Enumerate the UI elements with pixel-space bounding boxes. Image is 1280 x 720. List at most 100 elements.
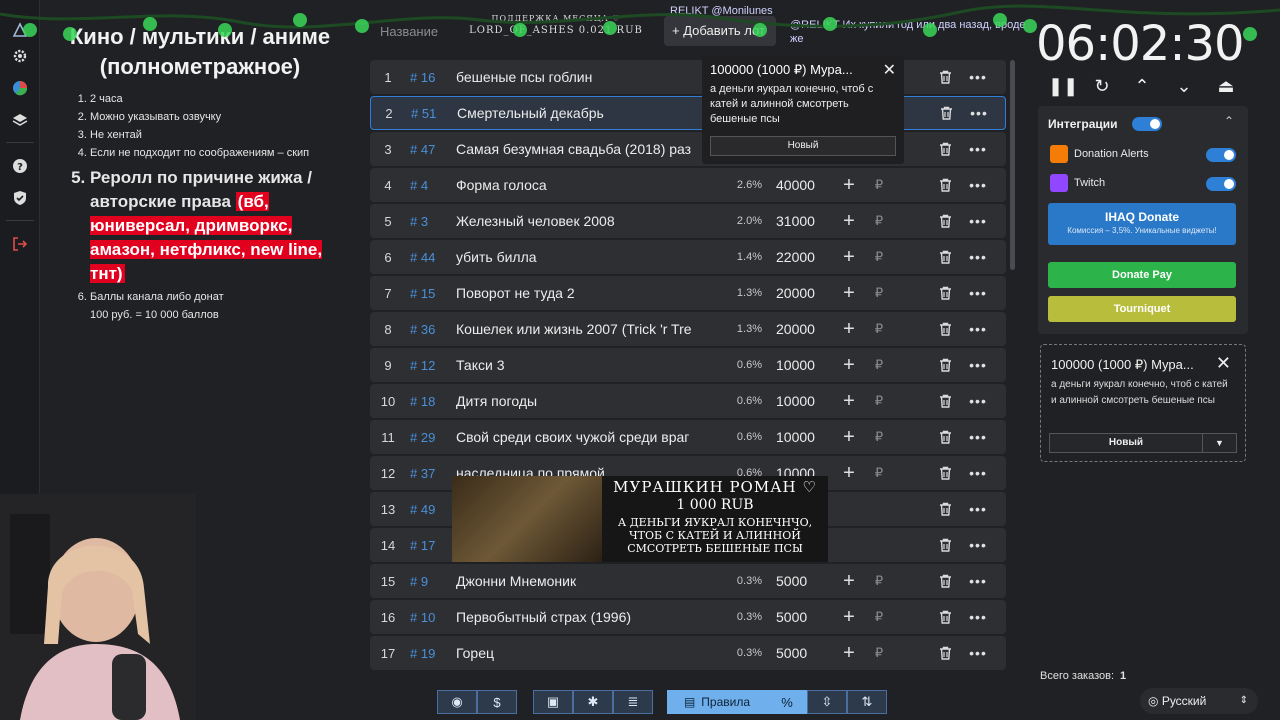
more-options-icon[interactable]: ••• xyxy=(958,141,998,157)
lot-amount[interactable]: 5000 xyxy=(762,573,832,589)
more-options-icon[interactable]: ••• xyxy=(958,573,998,589)
more-options-icon[interactable]: ••• xyxy=(958,69,998,85)
github-icon[interactable]: ◉ xyxy=(437,690,477,714)
more-options-icon[interactable]: ••• xyxy=(958,249,998,265)
eject-icon[interactable]: ⏏ xyxy=(1214,76,1238,100)
trash-icon[interactable] xyxy=(932,646,958,660)
language-select[interactable]: ◎ Русский ⇕ xyxy=(1140,688,1258,714)
more-options-icon[interactable]: ••• xyxy=(958,609,998,625)
trash-icon[interactable] xyxy=(932,394,958,408)
chevron-down-icon[interactable]: ▼ xyxy=(1202,434,1236,452)
add-amount-button[interactable]: + xyxy=(832,642,866,665)
lot-row[interactable]: 5 # 3 Железный человек 2008 2.0% 31000 + ₽ ••• xyxy=(370,204,1006,238)
lot-name[interactable]: Джонни Мнемоник xyxy=(456,573,720,589)
lot-row[interactable]: 4 # 4 Форма голоса 2.6% 40000 + ₽ ••• xyxy=(370,168,1006,202)
lot-row[interactable]: 9 # 12 Такси 3 0.6% 10000 + ₽ ••• xyxy=(370,348,1006,382)
lot-amount[interactable]: 5000 xyxy=(762,609,832,625)
ihaq-donate-button[interactable]: IHAQ Donate Комиссия – 3,5%. Уникальные … xyxy=(1048,203,1236,245)
shield-icon[interactable] xyxy=(10,188,30,208)
more-options-icon[interactable]: ••• xyxy=(958,501,998,517)
lot-name[interactable]: убить билла xyxy=(456,249,720,265)
more-options-icon[interactable]: ••• xyxy=(958,393,998,409)
lot-row[interactable]: 10 # 18 Дитя погоды 0.6% 10000 + ₽ ••• xyxy=(370,384,1006,418)
logo-icon[interactable] xyxy=(10,20,30,40)
gear-icon[interactable] xyxy=(10,46,30,66)
lot-name[interactable]: Форма голоса xyxy=(456,177,720,193)
lot-row[interactable]: 16 # 10 Первобытный страх (1996) 0.3% 5000 + ₽… xyxy=(370,600,1006,634)
clear-list-icon[interactable]: ≣ xyxy=(613,690,653,714)
lot-name[interactable]: Самая безумная свадьба (2018) раз xyxy=(456,141,720,157)
more-options-icon[interactable]: ••• xyxy=(958,285,998,301)
popup-status-select[interactable]: Новый xyxy=(710,136,896,156)
lot-amount[interactable]: 10000 xyxy=(762,393,832,409)
save-icon[interactable]: ▣ xyxy=(533,690,573,714)
close-icon[interactable]: ✕ xyxy=(883,60,896,80)
pie-chart-icon[interactable] xyxy=(10,78,30,98)
more-options-icon[interactable]: ••• xyxy=(959,105,999,121)
reset-icon[interactable]: ↻ xyxy=(1090,76,1114,100)
trash-icon[interactable] xyxy=(932,178,958,192)
lot-amount[interactable]: 10000 xyxy=(762,429,832,445)
trash-icon[interactable] xyxy=(932,538,958,552)
rules-button[interactable]: ▤ Правила xyxy=(667,690,767,714)
trash-icon[interactable] xyxy=(932,502,958,516)
integrations-toggle[interactable] xyxy=(1132,117,1162,131)
more-options-icon[interactable]: ••• xyxy=(958,465,998,481)
compress-icon[interactable]: ⇳ xyxy=(807,690,847,714)
more-options-icon[interactable]: ••• xyxy=(958,321,998,337)
donation-alerts-toggle[interactable] xyxy=(1206,148,1236,162)
lot-row[interactable]: 11 # 29 Свой среди своих чужой среди враг 0… xyxy=(370,420,1006,454)
lot-amount[interactable]: 22000 xyxy=(762,249,832,265)
more-options-icon[interactable]: ••• xyxy=(958,645,998,661)
donate-pay-button[interactable]: Donate Pay xyxy=(1048,262,1236,288)
lot-amount[interactable]: 20000 xyxy=(762,285,832,301)
lot-amount[interactable]: 5000 xyxy=(762,645,832,661)
lot-name[interactable]: Такси 3 xyxy=(456,357,720,373)
twitch-toggle[interactable] xyxy=(1206,177,1236,191)
add-amount-button[interactable]: + xyxy=(832,606,866,629)
dollar-icon[interactable]: $ xyxy=(477,690,517,714)
lot-row[interactable]: 2 # 51 Смертельный декабрь ••• xyxy=(370,96,1006,130)
lot-amount[interactable]: 20000 xyxy=(762,321,832,337)
lot-row[interactable]: 6 # 44 убить билла 1.4% 22000 + ₽ ••• xyxy=(370,240,1006,274)
trash-icon[interactable] xyxy=(932,574,958,588)
add-amount-button[interactable]: + xyxy=(832,354,866,377)
lot-row[interactable]: 8 # 36 Кошелек или жизнь 2007 (Trick 'r Tr… xyxy=(370,312,1006,346)
trash-icon[interactable] xyxy=(932,430,958,444)
lot-row[interactable]: 15 # 9 Джонни Мнемоник 0.3% 5000 + ₽ ••• xyxy=(370,564,1006,598)
lot-name[interactable]: бешеные псы гоблин xyxy=(456,69,720,85)
add-amount-button[interactable]: + xyxy=(832,426,866,449)
add-amount-button[interactable]: + xyxy=(832,318,866,341)
lot-amount[interactable]: 10000 xyxy=(762,357,832,373)
lot-name[interactable]: Горец xyxy=(456,645,720,661)
chevron-up-icon[interactable]: ⌃ xyxy=(1130,76,1154,100)
trash-icon[interactable] xyxy=(932,322,958,336)
add-amount-button[interactable]: + xyxy=(832,282,866,305)
trash-icon[interactable] xyxy=(932,610,958,624)
layers-icon[interactable] xyxy=(10,110,30,130)
more-options-icon[interactable]: ••• xyxy=(958,429,998,445)
trash-icon[interactable] xyxy=(933,106,959,120)
sort-icon[interactable]: ⇅ xyxy=(847,690,887,714)
chevron-up-icon[interactable]: ⌃ xyxy=(1224,114,1234,128)
add-amount-button[interactable]: + xyxy=(832,246,866,269)
lot-name[interactable]: Дитя погоды xyxy=(456,393,720,409)
lot-name[interactable]: Поворот не туда 2 xyxy=(456,285,720,301)
trash-icon[interactable] xyxy=(932,286,958,300)
more-options-icon[interactable]: ••• xyxy=(958,537,998,553)
lot-row[interactable]: 1 # 16 бешеные псы гоблин ••• xyxy=(370,60,1006,94)
close-icon[interactable]: ✕ xyxy=(1216,353,1231,374)
add-amount-button[interactable]: + xyxy=(832,174,866,197)
logout-icon[interactable] xyxy=(10,234,30,254)
lot-name[interactable]: Первобытный страх (1996) xyxy=(456,609,720,625)
tourniquet-button[interactable]: Tourniquet xyxy=(1048,296,1236,322)
trash-icon[interactable] xyxy=(932,142,958,156)
trash-icon[interactable] xyxy=(932,358,958,372)
lot-name[interactable]: Смертельный декабрь xyxy=(457,105,721,121)
lot-amount[interactable]: 31000 xyxy=(762,213,832,229)
pause-icon[interactable]: ❚❚ xyxy=(1048,76,1078,100)
add-amount-button[interactable]: + xyxy=(832,570,866,593)
lot-row[interactable]: 3 # 47 Самая безумная свадьба (2018) раз ••… xyxy=(370,132,1006,166)
lot-name[interactable]: Свой среди своих чужой среди враг xyxy=(456,429,720,445)
chevron-down-icon[interactable]: ⌄ xyxy=(1172,76,1196,100)
